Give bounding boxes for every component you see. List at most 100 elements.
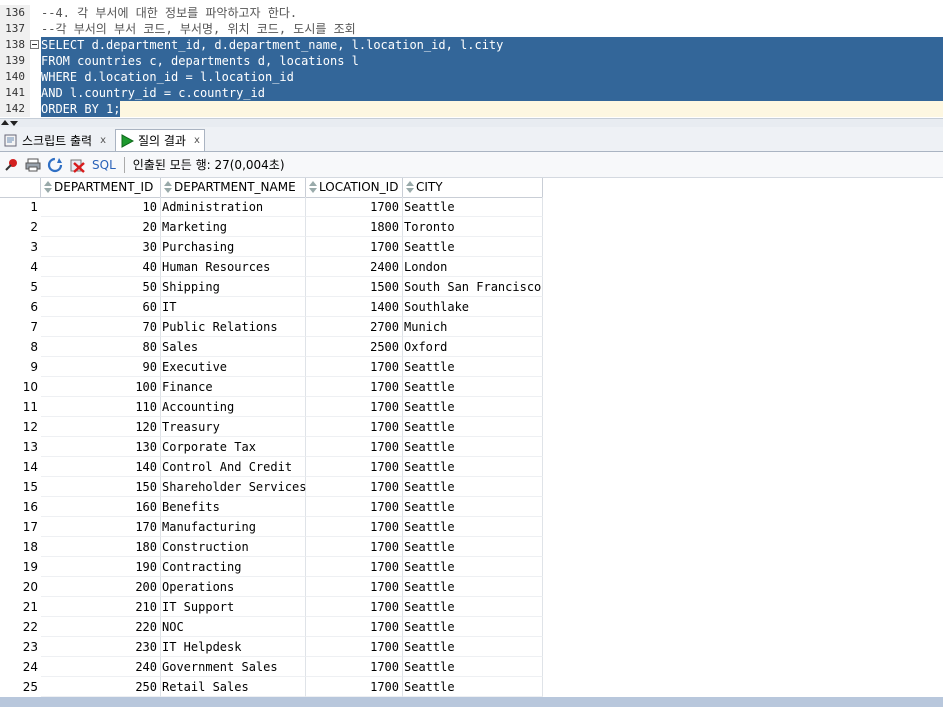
code-line[interactable]: 140 WHERE d.location_id = l.location_id <box>0 69 943 85</box>
cell-department-id[interactable]: 10 <box>41 197 161 217</box>
cell-city[interactable]: Seattle <box>403 517 543 537</box>
row-number[interactable]: 12 <box>0 417 41 437</box>
pin-icon[interactable] <box>2 156 20 174</box>
code-text[interactable]: WHERE d.location_id = l.location_id <box>41 69 943 85</box>
cell-department-name[interactable]: Contracting <box>161 557 306 577</box>
cell-city[interactable]: Seattle <box>403 397 543 417</box>
cell-location-id[interactable]: 2500 <box>306 337 403 357</box>
cell-department-name[interactable]: Accounting <box>161 397 306 417</box>
cell-location-id[interactable]: 1700 <box>306 437 403 457</box>
cell-city[interactable]: Seattle <box>403 357 543 377</box>
cell-department-id[interactable]: 80 <box>41 337 161 357</box>
close-icon[interactable]: x <box>194 135 200 146</box>
cell-city[interactable]: Seattle <box>403 617 543 637</box>
cell-location-id[interactable]: 1700 <box>306 197 403 217</box>
cell-department-id[interactable]: 240 <box>41 657 161 677</box>
cell-city[interactable]: Seattle <box>403 497 543 517</box>
code-line[interactable]: 141 AND l.country_id = c.country_id <box>0 85 943 101</box>
cell-city[interactable]: Seattle <box>403 197 543 217</box>
cell-location-id[interactable]: 1800 <box>306 217 403 237</box>
row-number[interactable]: 22 <box>0 617 41 637</box>
code-text[interactable]: --4. 각 부서에 대한 정보를 파악하고자 한다. <box>41 5 297 21</box>
cell-location-id[interactable]: 1700 <box>306 517 403 537</box>
cell-department-id[interactable]: 30 <box>41 237 161 257</box>
cell-department-name[interactable]: NOC <box>161 617 306 637</box>
row-number[interactable]: 11 <box>0 397 41 417</box>
cell-department-name[interactable]: Finance <box>161 377 306 397</box>
cell-department-id[interactable]: 150 <box>41 477 161 497</box>
cell-city[interactable]: Seattle <box>403 557 543 577</box>
cell-location-id[interactable]: 1700 <box>306 557 403 577</box>
cell-department-id[interactable]: 60 <box>41 297 161 317</box>
cell-city[interactable]: Seattle <box>403 457 543 477</box>
table-row[interactable]: 21 210 IT Support 1700 Seattle <box>0 597 543 617</box>
cell-city[interactable]: Seattle <box>403 597 543 617</box>
cell-department-name[interactable]: Administration <box>161 197 306 217</box>
row-number[interactable]: 23 <box>0 637 41 657</box>
row-number[interactable]: 24 <box>0 657 41 677</box>
row-number[interactable]: 14 <box>0 457 41 477</box>
column-header-city[interactable]: CITY <box>403 178 543 197</box>
cell-department-name[interactable]: Marketing <box>161 217 306 237</box>
refresh-icon[interactable] <box>46 156 64 174</box>
code-line[interactable]: 136 --4. 각 부서에 대한 정보를 파악하고자 한다. <box>0 5 943 21</box>
code-line[interactable]: 139 FROM countries c, departments d, loc… <box>0 53 943 69</box>
table-row[interactable]: 25 250 Retail Sales 1700 Seattle <box>0 677 543 697</box>
row-number[interactable]: 19 <box>0 557 41 577</box>
cell-department-name[interactable]: Purchasing <box>161 237 306 257</box>
cell-city[interactable]: Toronto <box>403 217 543 237</box>
cell-city[interactable]: Seattle <box>403 417 543 437</box>
code-line[interactable]: 138 SELECT d.department_id, d.department… <box>0 37 943 53</box>
cell-city[interactable]: Seattle <box>403 657 543 677</box>
cell-department-name[interactable]: Human Resources <box>161 257 306 277</box>
collapse-up-arrow-icon[interactable] <box>1 120 9 125</box>
row-number[interactable]: 1 <box>0 197 41 217</box>
cell-department-name[interactable]: IT Support <box>161 597 306 617</box>
table-row[interactable]: 6 60 IT 1400 Southlake <box>0 297 543 317</box>
table-row[interactable]: 23 230 IT Helpdesk 1700 Seattle <box>0 637 543 657</box>
code-line[interactable]: 137 --각 부서의 부서 코드, 부서명, 위치 코드, 도시를 조회 <box>0 21 943 37</box>
code-text[interactable]: AND l.country_id = c.country_id <box>41 85 943 101</box>
query-result-grid[interactable]: DEPARTMENT_ID DEPARTMENT_NAME LOCATION_I… <box>0 178 943 707</box>
table-row[interactable]: 18 180 Construction 1700 Seattle <box>0 537 543 557</box>
cell-department-id[interactable]: 230 <box>41 637 161 657</box>
cell-city[interactable]: Seattle <box>403 377 543 397</box>
cell-department-id[interactable]: 40 <box>41 257 161 277</box>
cell-location-id[interactable]: 1700 <box>306 677 403 697</box>
cell-department-id[interactable]: 190 <box>41 557 161 577</box>
sort-icon[interactable] <box>309 181 317 193</box>
cell-location-id[interactable]: 1700 <box>306 237 403 257</box>
cell-department-id[interactable]: 250 <box>41 677 161 697</box>
cell-location-id[interactable]: 1400 <box>306 297 403 317</box>
sql-editor[interactable]: 136 --4. 각 부서에 대한 정보를 파악하고자 한다. 137 --각 … <box>0 0 943 118</box>
cell-location-id[interactable]: 1700 <box>306 577 403 597</box>
table-row[interactable]: 10 100 Finance 1700 Seattle <box>0 377 543 397</box>
table-row[interactable]: 4 40 Human Resources 2400 London <box>0 257 543 277</box>
cell-department-name[interactable]: Operations <box>161 577 306 597</box>
cell-location-id[interactable]: 1700 <box>306 497 403 517</box>
cell-department-name[interactable]: Control And Credit <box>161 457 306 477</box>
cell-city[interactable]: Seattle <box>403 437 543 457</box>
cell-location-id[interactable]: 2400 <box>306 257 403 277</box>
table-row[interactable]: 11 110 Accounting 1700 Seattle <box>0 397 543 417</box>
cell-department-name[interactable]: Treasury <box>161 417 306 437</box>
cell-department-name[interactable]: Executive <box>161 357 306 377</box>
cell-city[interactable]: Seattle <box>403 237 543 257</box>
cell-department-name[interactable]: Construction <box>161 537 306 557</box>
row-number[interactable]: 21 <box>0 597 41 617</box>
cell-location-id[interactable]: 2700 <box>306 317 403 337</box>
tab-script-output[interactable]: 스크립트 출력 x <box>0 129 110 151</box>
row-number[interactable]: 6 <box>0 297 41 317</box>
cell-department-name[interactable]: IT Helpdesk <box>161 637 306 657</box>
code-text[interactable]: ORDER BY 1; <box>41 101 121 117</box>
row-number[interactable]: 2 <box>0 217 41 237</box>
table-row[interactable]: 14 140 Control And Credit 1700 Seattle <box>0 457 543 477</box>
cell-location-id[interactable]: 1700 <box>306 597 403 617</box>
cell-city[interactable]: Seattle <box>403 677 543 697</box>
table-row[interactable]: 20 200 Operations 1700 Seattle <box>0 577 543 597</box>
cell-department-name[interactable]: Shareholder Services <box>161 477 307 497</box>
column-header-department-id[interactable]: DEPARTMENT_ID <box>41 178 161 197</box>
code-text[interactable]: SELECT d.department_id, d.department_nam… <box>41 37 943 53</box>
row-number[interactable]: 20 <box>0 577 41 597</box>
cell-city[interactable]: Seattle <box>403 477 543 497</box>
